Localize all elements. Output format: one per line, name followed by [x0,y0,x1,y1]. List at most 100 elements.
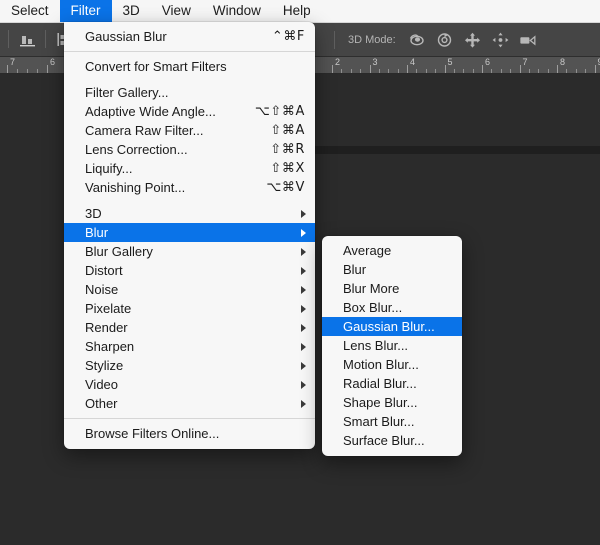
menu-item-shortcut: ⇧⌘X [270,161,305,176]
menu-item-label: Average [343,243,392,258]
camera-3d-icon[interactable] [519,30,538,49]
menu-item-label: Radial Blur... [343,376,417,391]
menu-item-label: Lens Correction... [85,142,188,157]
ruler-tick-minor [397,69,399,73]
menu-item-label: Blur Gallery [85,244,153,259]
ruler-tick-minor [17,69,18,73]
blur-submenu-item-motion-blur[interactable]: Motion Blur... [322,355,462,374]
ruler-tick [519,65,521,73]
ruler-tick-minor [388,69,390,73]
3d-mode-label: 3D Mode: [348,33,396,46]
menubar-item-window[interactable]: Window [202,0,272,22]
chevron-right-icon [301,399,306,408]
filter-menu-item-sharpen[interactable]: Sharpen [64,337,315,356]
ruler-tick-minor [585,69,587,73]
blur-submenu-item-radial-blur[interactable]: Radial Blur... [322,374,462,393]
ruler-tick [594,65,596,73]
menu-item-shortcut: ⇧⌘A [270,123,305,138]
menu-group-gap [64,197,315,204]
blur-submenu-item-blur-more[interactable]: Blur More [322,279,462,298]
blur-submenu-item-shape-blur[interactable]: Shape Blur... [322,393,462,412]
menu-item-label: Blur [343,262,367,277]
ruler-tick [369,65,371,73]
menu-item-shortcut: ⌃⌘F [271,29,305,44]
3d-mode-divider [334,30,335,49]
ruler-tick [47,65,48,73]
filter-menu-item-browse-filters-online[interactable]: Browse Filters Online... [64,424,315,443]
filter-menu-item-blur-gallery[interactable]: Blur Gallery [64,242,315,261]
menu-item-label: Smart Blur... [343,414,415,429]
menu-bar[interactable]: Select Filter 3D View Window Help [0,0,600,23]
blur-submenu-item-surface-blur[interactable]: Surface Blur... [322,431,462,450]
chevron-right-icon [301,285,306,294]
ruler-tick-minor [510,69,512,73]
slide-3d-icon[interactable] [491,30,510,49]
filter-menu-panel[interactable]: Gaussian Blur ⌃⌘F Convert for Smart Filter… [64,22,315,449]
ruler-tick [7,65,8,73]
menu-item-label: Filter Gallery... [85,85,169,100]
filter-menu-item-noise[interactable]: Noise [64,280,315,299]
ruler-tick-minor [416,69,418,73]
menubar-item-3d[interactable]: 3D [112,0,151,22]
filter-menu-item-pixelate[interactable]: Pixelate [64,299,315,318]
filter-menu-item-filter-gallery[interactable]: Filter Gallery... [64,83,315,102]
menu-item-shortcut: ⇧⌘R [270,142,305,157]
chevron-right-icon [301,380,306,389]
menu-item-label: Distort [85,263,123,278]
pan-3d-icon[interactable] [463,30,482,49]
filter-menu-item-other[interactable]: Other [64,394,315,413]
filter-menu-item-liquify[interactable]: Liquify... ⇧⌘X [64,159,315,178]
filter-menu-item-vanishing-point[interactable]: Vanishing Point... ⌥⌘V [64,178,315,197]
chevron-right-icon [301,323,306,332]
filter-menu-item-video[interactable]: Video [64,375,315,394]
menu-item-label: Render [85,320,128,335]
blur-submenu-item-gaussian-blur[interactable]: Gaussian Blur... [322,317,462,336]
menu-item-label: Camera Raw Filter... [85,123,204,138]
orbit-3d-icon[interactable] [407,30,426,49]
ruler-tick [557,65,558,73]
ruler-tick-minor [566,69,568,73]
menubar-item-select[interactable]: Select [0,0,60,22]
filter-menu-item-adaptive-wide-angle[interactable]: Adaptive Wide Angle... ⌥⇧⌘A [64,102,315,121]
chevron-right-icon [301,361,306,370]
menu-item-label: Browse Filters Online... [85,426,220,441]
blur-submenu-item-average[interactable]: Average [322,241,462,260]
chevron-right-icon [301,209,306,218]
ruler-tick-minor [378,69,380,73]
ruler-tick [444,65,446,73]
blur-submenu-panel[interactable]: Average Blur Blur More Box Blur... Gaussian … [322,236,462,456]
filter-menu-item-lens-correction[interactable]: Lens Correction... ⇧⌘R [64,140,315,159]
menubar-item-help[interactable]: Help [272,0,322,22]
filter-menu-item-blur[interactable]: Blur [64,223,315,242]
blur-submenu-item-blur[interactable]: Blur [322,260,462,279]
filter-menu-item-3d[interactable]: 3D [64,204,315,223]
ruler-tick-minor [472,69,474,73]
blur-submenu-item-smart-blur[interactable]: Smart Blur... [322,412,462,431]
roll-3d-icon[interactable] [435,30,454,49]
filter-menu-item-convert-for-smart-filters[interactable]: Convert for Smart Filters [64,57,315,76]
align-bottom-edges-icon[interactable] [13,28,41,50]
ruler-tick-minor [341,69,343,73]
menu-item-shortcut: ⌥⇧⌘A [254,104,305,119]
chevron-right-icon [301,228,306,237]
chevron-right-icon [301,304,306,313]
filter-menu-item-camera-raw-filter[interactable]: Camera Raw Filter... ⇧⌘A [64,121,315,140]
menu-group-gap [64,76,315,83]
blur-submenu-item-lens-blur[interactable]: Lens Blur... [322,336,462,355]
filter-menu-item-distort[interactable]: Distort [64,261,315,280]
filter-menu-item-gaussian-blur[interactable]: Gaussian Blur ⌃⌘F [64,27,315,46]
menu-item-label: Gaussian Blur... [343,319,435,334]
ruler-label: 4 [410,57,416,67]
blur-submenu-item-box-blur[interactable]: Box Blur... [322,298,462,317]
menu-item-label: Shape Blur... [343,395,418,410]
filter-menu-item-render[interactable]: Render [64,318,315,337]
menubar-item-filter[interactable]: Filter [59,0,112,22]
menu-item-label: Motion Blur... [343,357,419,372]
menu-item-label: Vanishing Point... [85,180,186,195]
ruler-tick-minor [500,69,502,73]
menu-item-shortcut: ⌥⌘V [266,180,305,195]
chevron-right-icon [301,342,306,351]
ruler-label: 6 [50,57,56,67]
filter-menu-item-stylize[interactable]: Stylize [64,356,315,375]
menubar-item-view[interactable]: View [151,0,202,22]
